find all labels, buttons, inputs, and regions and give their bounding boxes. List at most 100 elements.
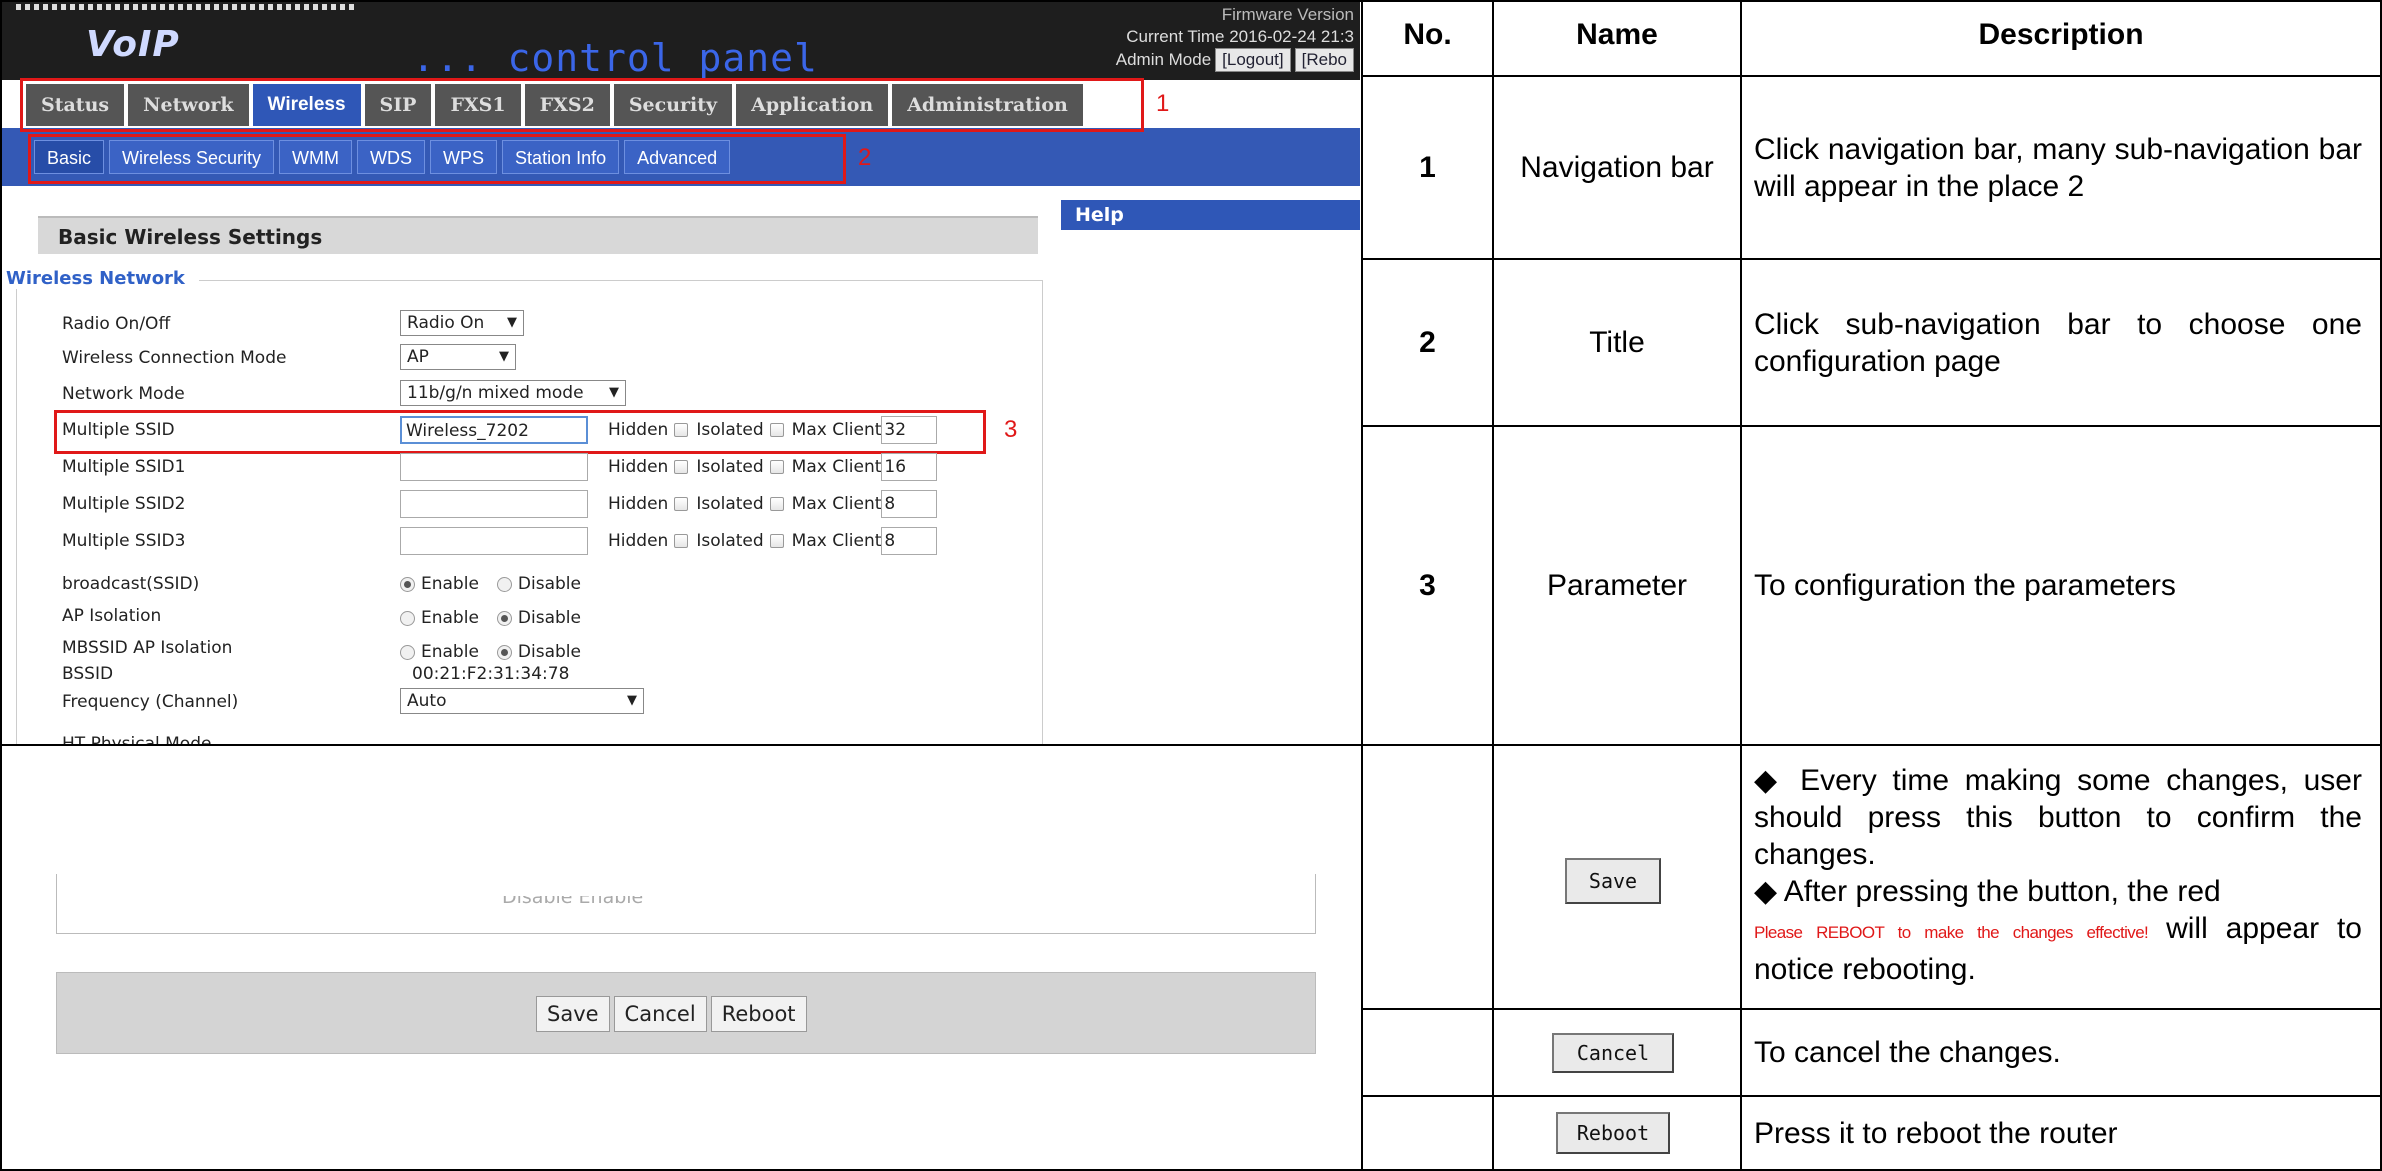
logout-link[interactable]: [Logout] xyxy=(1215,48,1291,72)
firmware-label: Firmware Version xyxy=(1221,5,1354,24)
isolated-checkbox[interactable] xyxy=(769,497,784,511)
row1-no: 1 xyxy=(1419,150,1436,184)
radio-select[interactable]: Radio On ▼ xyxy=(400,310,524,336)
bssid-label: BSSID xyxy=(62,664,114,684)
broadcast-disable-radio[interactable] xyxy=(496,576,512,592)
reboot-button[interactable]: Reboot xyxy=(710,996,807,1032)
reboot-link[interactable]: [Rebo xyxy=(1294,48,1354,72)
ap-isolation-disable-radio[interactable] xyxy=(496,610,512,626)
frequency-select[interactable]: Auto ▼ xyxy=(400,688,644,714)
cut-off-label: HT Physical Mode xyxy=(62,734,212,744)
row3-no: 3 xyxy=(1419,568,1436,602)
save-description: ◆ Every time making some changes, user s… xyxy=(1742,748,2380,1008)
header-description: Description xyxy=(1978,18,2144,51)
save-button-sample: Save xyxy=(1565,858,1661,904)
row3-name: Parameter xyxy=(1546,568,1688,602)
hidden-option: Hidden xyxy=(608,494,696,514)
radio-label: Radio On/Off xyxy=(62,314,171,334)
max-client-label: Max Client xyxy=(791,531,882,551)
max-client-label: Max Client xyxy=(791,457,882,477)
max-client-input[interactable]: 16 xyxy=(881,453,938,481)
current-time: Current Time 2016-02-24 21:3 xyxy=(1126,27,1354,46)
mbssid-disable-radio[interactable] xyxy=(496,644,512,660)
table-border-left xyxy=(0,0,2,1171)
broadcast-enable-radio[interactable] xyxy=(400,576,415,592)
hidden-checkbox[interactable] xyxy=(674,423,689,437)
cut-off-text: Disable Enable xyxy=(502,896,643,906)
button-group: Save Cancel Reboot xyxy=(536,996,807,1032)
save-button[interactable]: Save xyxy=(536,996,610,1032)
max-client-label: Max Client xyxy=(791,494,882,514)
row2-name: Title xyxy=(1589,325,1645,359)
dropdown-arrow-icon: ▼ xyxy=(499,349,509,364)
max-client-input[interactable]: 32 xyxy=(881,416,938,444)
logo: VoIP xyxy=(86,24,180,65)
cut-off-fieldset xyxy=(56,874,1316,934)
hidden-label: Hidden xyxy=(608,457,669,477)
table-divider xyxy=(0,744,2382,746)
row2-description: Click sub-navigation bar to choose one c… xyxy=(1754,307,2362,378)
disable-label: Disable xyxy=(517,642,581,662)
cancel-button-sample: Cancel xyxy=(1552,1033,1674,1073)
annotation-box-2 xyxy=(28,134,846,184)
ap-isolation-enable-radio[interactable] xyxy=(400,610,415,626)
radio-select-value: Radio On xyxy=(407,313,485,333)
net-mode-select[interactable]: 11b/g/n mixed mode ▼ xyxy=(400,380,626,406)
max-client-input[interactable]: 8 xyxy=(881,527,938,555)
broadcast-label: broadcast(SSID) xyxy=(62,574,200,594)
help-panel-title: Help xyxy=(1061,200,1360,230)
cancel-button[interactable]: Cancel xyxy=(613,996,707,1032)
bssid-value: 00:21:F2:31:34:78 xyxy=(412,664,570,684)
row3-description: To configuration the parameters xyxy=(1754,569,2176,602)
cancel-description: To cancel the changes. xyxy=(1754,1036,2061,1069)
reboot-description: Press it to reboot the router xyxy=(1754,1116,2118,1150)
dropdown-arrow-icon: ▼ xyxy=(627,693,637,708)
mbssid-label: MBSSID AP Isolation xyxy=(62,638,233,658)
ssid3-input[interactable] xyxy=(400,527,588,555)
dropdown-arrow-icon: ▼ xyxy=(507,315,517,330)
ssid1-input[interactable] xyxy=(400,453,588,481)
session-info: Firmware Version Current Time 2016-02-24… xyxy=(1115,5,1354,72)
admin-mode: Admin Mode xyxy=(1115,50,1212,69)
logo-decoration xyxy=(16,4,356,10)
ssid-input[interactable]: Wireless_7202 xyxy=(400,416,588,444)
frequency-value: Auto xyxy=(407,691,447,711)
ssid-label: Multiple SSID xyxy=(62,420,175,440)
wireless-settings-screenshot: VoIP ... control panel Firmware Version … xyxy=(2,2,1360,744)
mbssid-enable-radio[interactable] xyxy=(400,644,415,660)
isolated-checkbox[interactable] xyxy=(769,534,784,548)
disable-label: Disable xyxy=(517,574,581,594)
isolated-label: Isolated xyxy=(696,531,764,551)
header-bar: VoIP ... control panel Firmware Version … xyxy=(2,2,1360,80)
annotation-marker-1: 1 xyxy=(1156,90,1170,117)
conn-mode-select[interactable]: AP ▼ xyxy=(400,344,516,370)
panel-title: ... control panel xyxy=(412,36,818,80)
header-no: No. xyxy=(1403,18,1452,51)
conn-mode-label: Wireless Connection Mode xyxy=(62,348,287,368)
isolated-checkbox[interactable] xyxy=(769,460,784,474)
hidden-label: Hidden xyxy=(608,531,669,551)
save-desc-line2: ◆ After pressing the button, the red xyxy=(1754,875,2221,908)
hidden-checkbox[interactable] xyxy=(674,534,689,548)
max-client-input[interactable]: 8 xyxy=(881,490,938,518)
fieldset-legend: Wireless Network xyxy=(4,268,199,289)
hidden-checkbox[interactable] xyxy=(674,460,689,474)
ssid3-label: Multiple SSID3 xyxy=(62,531,186,551)
reboot-button-sample: Reboot xyxy=(1556,1112,1670,1154)
isolated-checkbox[interactable] xyxy=(769,423,784,437)
hidden-checkbox[interactable] xyxy=(674,497,689,511)
isolated-label: Isolated xyxy=(696,457,764,477)
header-name: Name xyxy=(1576,18,1658,51)
reboot-notice: Please REBOOT to make the changes effect… xyxy=(1754,923,2149,942)
table-border-top xyxy=(0,0,2382,2)
ssid2-input[interactable] xyxy=(400,490,588,518)
annotation-marker-2: 2 xyxy=(858,144,872,171)
disable-label: Disable xyxy=(517,608,581,628)
row1-name: Navigation bar xyxy=(1520,150,1714,184)
save-desc-line1: ◆ Every time making some changes, user s… xyxy=(1754,764,2362,871)
isolated-label: Isolated xyxy=(696,420,764,440)
action-buttons-screenshot: Disable Enable Save Cancel Reboot xyxy=(2,746,1360,1169)
hidden-label: Hidden xyxy=(608,494,669,514)
isolated-label: Isolated xyxy=(696,494,764,514)
dropdown-arrow-icon: ▼ xyxy=(609,385,619,400)
